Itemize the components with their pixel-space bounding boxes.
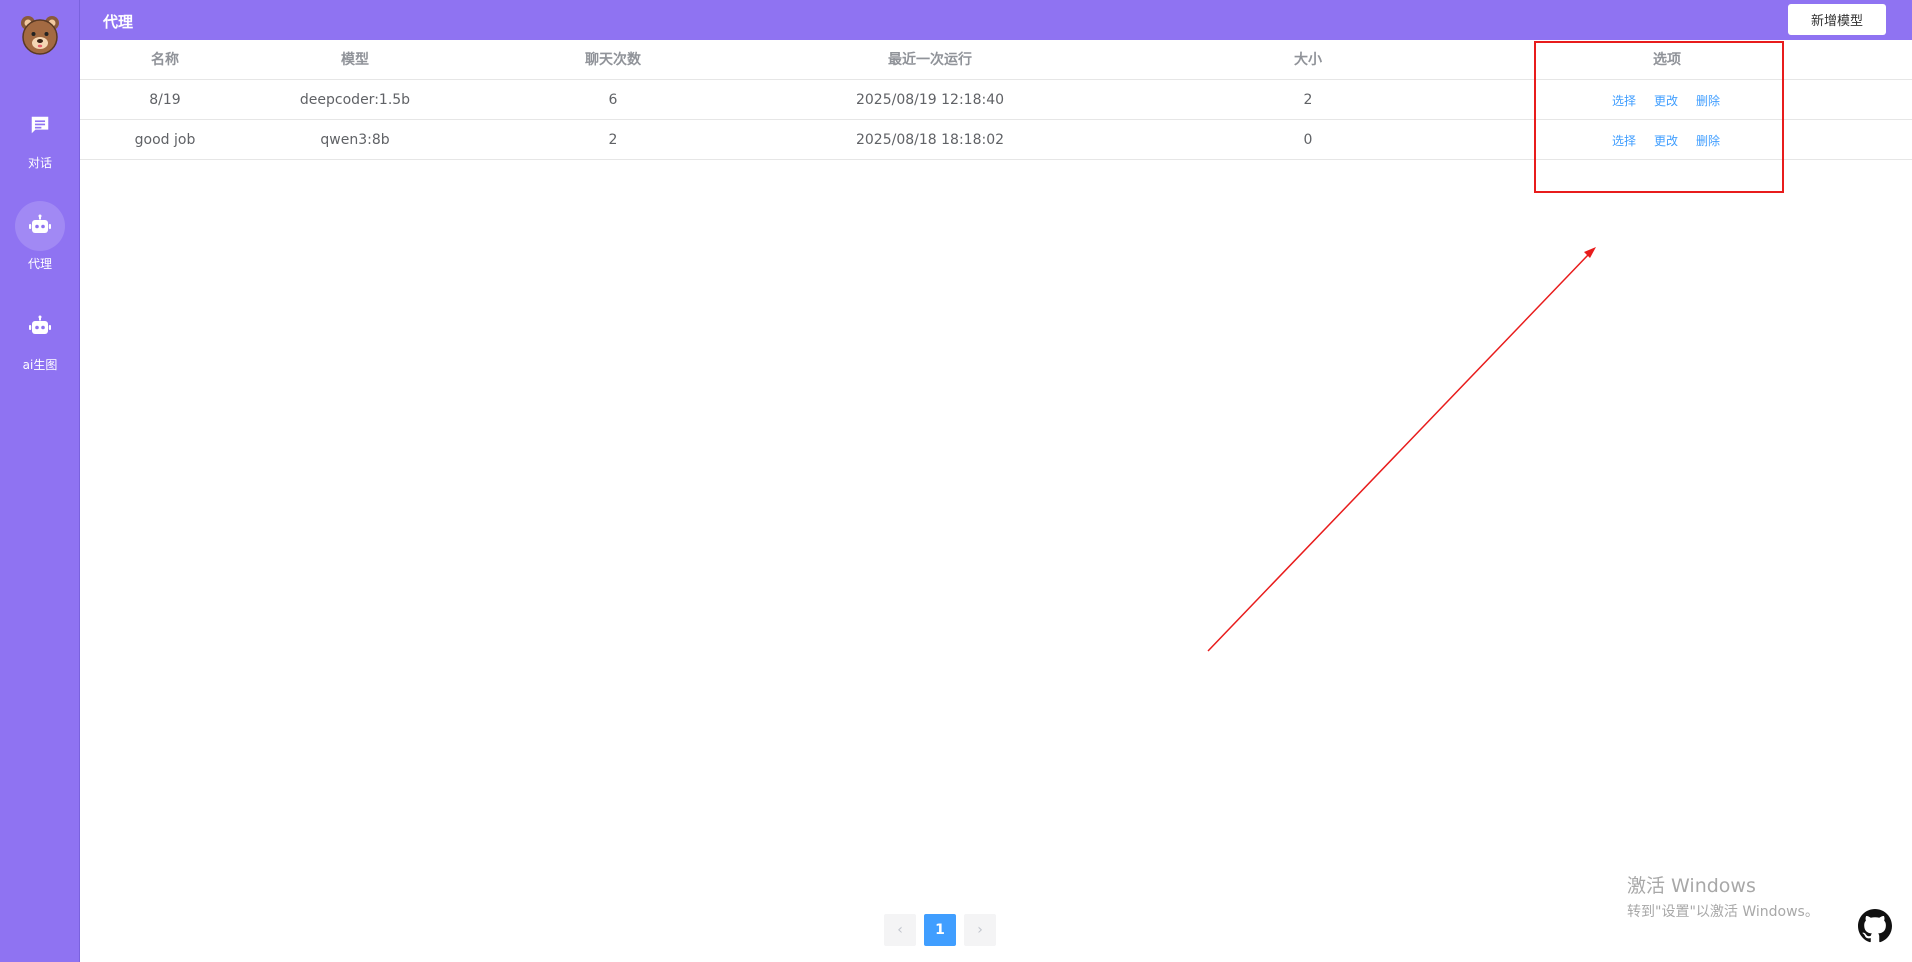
windows-activation-watermark: 激活 Windows 转到"设置"以激活 Windows。	[1627, 871, 1819, 921]
agent-table: 名称 模型 聊天次数 最近一次运行 大小 选项 8/19 deepcoder:1…	[80, 40, 1912, 160]
page-button-current[interactable]: 1	[924, 914, 956, 946]
chevron-right-icon[interactable]: ›	[964, 914, 996, 946]
row-actions: 选择 更改 删除	[1612, 120, 1742, 160]
page-title: 代理	[103, 13, 134, 31]
edit-link[interactable]: 更改	[1654, 132, 1678, 149]
column-header-size: 大小	[1294, 52, 1322, 68]
cell-model: qwen3:8b	[320, 132, 390, 148]
cell-size: 0	[1303, 132, 1313, 148]
table-row: 8/19 deepcoder:1.5b 6 2025/08/19 12:18:4…	[80, 80, 1912, 120]
sidebar-item-chat[interactable]: 对话	[0, 100, 80, 180]
cell-size: 2	[1303, 92, 1313, 108]
select-link[interactable]: 选择	[1612, 92, 1636, 109]
delete-link[interactable]: 删除	[1696, 132, 1720, 149]
cell-last-run: 2025/08/19 12:18:40	[855, 92, 1005, 108]
table-header-row: 名称 模型 聊天次数 最近一次运行 大小 选项	[80, 40, 1912, 80]
cell-name: 8/19	[149, 92, 181, 108]
watermark-subtitle: 转到"设置"以激活 Windows。	[1627, 904, 1819, 920]
add-model-button[interactable]: 新增模型	[1788, 4, 1886, 35]
column-header-last-run: 最近一次运行	[888, 52, 972, 68]
table-row: good job qwen3:8b 2 2025/08/18 18:18:02 …	[80, 120, 1912, 160]
top-header: 代理 新增模型	[80, 0, 1912, 40]
sidebar-item-label: 代理	[27, 257, 52, 271]
sidebar-item-label: ai生图	[22, 358, 58, 372]
pagination: ‹ 1 ›	[884, 914, 996, 946]
sidebar: 对话 代理 ai生图	[0, 0, 80, 962]
cell-chat-count: 6	[608, 92, 618, 108]
cell-name: good job	[134, 132, 196, 148]
delete-link[interactable]: 删除	[1696, 92, 1720, 109]
chevron-left-icon[interactable]: ‹	[884, 914, 916, 946]
cell-last-run: 2025/08/18 18:18:02	[855, 132, 1005, 148]
column-header-model: 模型	[341, 52, 369, 68]
chat-icon	[15, 100, 65, 150]
robot-icon	[15, 201, 65, 251]
sidebar-item-label: 对话	[27, 156, 52, 170]
column-header-chat-count: 聊天次数	[585, 52, 641, 68]
column-header-name: 名称	[151, 52, 179, 68]
watermark-title: 激活 Windows	[1627, 875, 1756, 897]
github-icon[interactable]	[1858, 909, 1892, 943]
edit-link[interactable]: 更改	[1654, 92, 1678, 109]
column-header-options: 选项	[1653, 52, 1681, 68]
robot-icon	[15, 302, 65, 352]
sidebar-item-ai-image[interactable]: ai生图	[0, 302, 80, 382]
row-actions: 选择 更改 删除	[1612, 80, 1742, 120]
cell-model: deepcoder:1.5b	[299, 92, 411, 108]
sidebar-item-agent[interactable]: 代理	[0, 201, 80, 281]
bear-logo-icon[interactable]	[19, 14, 61, 56]
cell-chat-count: 2	[608, 132, 618, 148]
select-link[interactable]: 选择	[1612, 132, 1636, 149]
